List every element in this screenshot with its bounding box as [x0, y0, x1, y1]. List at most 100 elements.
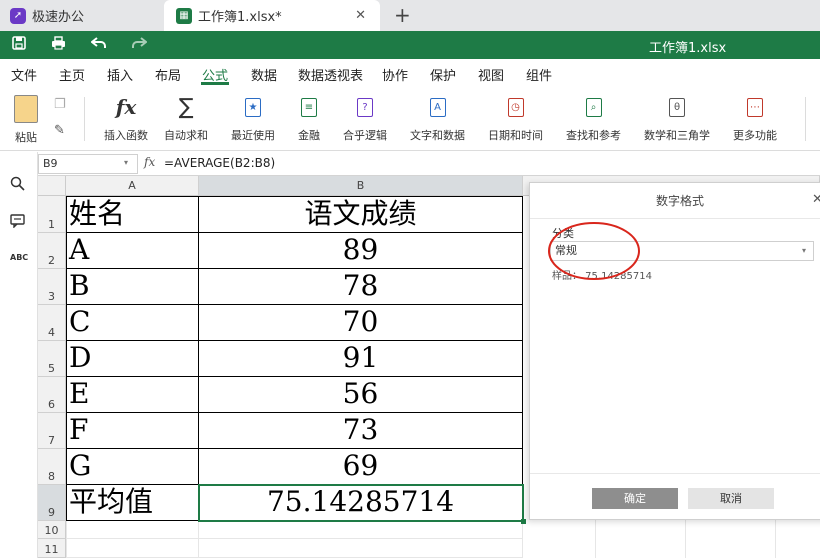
redo-icon[interactable] [131, 36, 148, 54]
table-cell[interactable]: 56 [199, 377, 523, 413]
panel-divider [530, 473, 820, 474]
row-header[interactable]: 4 [38, 305, 66, 341]
more-functions-button[interactable]: ⋯ 更多功能 [733, 95, 777, 143]
logical-label: 合乎逻辑 [343, 129, 387, 142]
table-cell[interactable]: 70 [199, 305, 523, 341]
panel-title: 数字格式 [530, 183, 820, 219]
formula-bar: B9 ▾ fx =AVERAGE(B2:B8) [38, 152, 820, 176]
number-format-panel: 数字格式 ✕ 分类 常规 ▾ 样品： 75.14285714 确定 取消 [529, 182, 820, 520]
print-icon[interactable] [51, 36, 66, 54]
spellcheck-icon[interactable]: ABC [10, 253, 28, 262]
row-header[interactable]: 3 [38, 269, 66, 305]
financial-icon: ≡ [298, 95, 320, 119]
table-cell[interactable]: C [66, 305, 199, 341]
new-tab-icon[interactable]: + [394, 3, 411, 27]
table-cell[interactable]: 69 [199, 449, 523, 485]
tab-workbook[interactable]: ▦ 工作簿1.xlsx* ✕ [164, 0, 380, 31]
menu-insert[interactable]: 插入 [107, 65, 133, 84]
save-icon[interactable] [12, 36, 26, 54]
spreadsheet-icon: ▦ [176, 7, 192, 24]
row-header[interactable]: 6 [38, 377, 66, 413]
row-header[interactable]: 10 [38, 521, 66, 539]
menu-view[interactable]: 视图 [478, 65, 504, 84]
cancel-button[interactable]: 取消 [688, 488, 774, 509]
clock-icon: ◷ [505, 95, 527, 119]
text-data-button[interactable]: A 文字和数据 [410, 95, 465, 143]
row-header[interactable]: 2 [38, 233, 66, 269]
autosum-button[interactable]: ∑ 自动求和 [164, 95, 208, 143]
financial-button[interactable]: ≡ 金融 [298, 95, 320, 143]
table-cell[interactable]: 73 [199, 413, 523, 449]
table-cell[interactable] [199, 539, 523, 558]
math-trig-button[interactable]: θ 数学和三角学 [644, 95, 710, 143]
red-annotation-circle [548, 222, 640, 280]
table-cell[interactable]: 语文成绩 [199, 196, 523, 233]
theta-icon: θ [666, 95, 688, 119]
fx-icon: fx [115, 95, 137, 119]
search-icon[interactable] [10, 176, 25, 195]
row-header[interactable]: 9 [38, 485, 66, 521]
insert-function-button[interactable]: fx 插入函数 [104, 95, 148, 143]
insert-function-label: 插入函数 [104, 129, 148, 142]
lookup-button[interactable]: ⌕ 查找和参考 [566, 95, 621, 143]
table-cell[interactable]: A [66, 233, 199, 269]
fill-handle[interactable] [521, 519, 526, 524]
table-cell[interactable]: 89 [199, 233, 523, 269]
recent-used-button[interactable]: ★ 最近使用 [231, 95, 275, 143]
table-cell[interactable]: D [66, 341, 199, 377]
table-cell[interactable]: 姓名 [66, 196, 199, 233]
row-header[interactable]: 8 [38, 449, 66, 485]
more-functions-label: 更多功能 [733, 129, 777, 142]
lookup-label: 查找和参考 [566, 129, 621, 142]
math-trig-label: 数学和三角学 [644, 129, 710, 142]
menu-data[interactable]: 数据 [251, 65, 277, 84]
table-cell[interactable]: F [66, 413, 199, 449]
text-icon: A [427, 95, 449, 119]
menu-home[interactable]: 主页 [59, 65, 85, 84]
copy-icon[interactable]: ❐ [54, 97, 66, 112]
format-painter-icon[interactable]: ✎ [54, 123, 65, 138]
tab-bar: ➚ 极速办公 ▦ 工作簿1.xlsx* ✕ + [0, 0, 820, 31]
chevron-down-icon[interactable]: ▾ [802, 246, 806, 255]
star-icon: ★ [242, 95, 264, 119]
row-header[interactable]: 11 [38, 539, 66, 558]
row-header[interactable]: 1 [38, 196, 66, 233]
table-cell[interactable] [199, 521, 523, 539]
table-cell[interactable]: G [66, 449, 199, 485]
table-cell[interactable]: 78 [199, 269, 523, 305]
rocket-app-icon: ➚ [10, 7, 26, 24]
chevron-down-icon[interactable]: ▾ [124, 158, 128, 167]
table-cell[interactable]: E [66, 377, 199, 413]
table-cell[interactable] [66, 521, 199, 539]
formula-input[interactable]: =AVERAGE(B2:B8) [164, 156, 275, 170]
menu-pivot-table[interactable]: 数据透视表 [298, 65, 363, 84]
column-header-a[interactable]: A [66, 176, 199, 196]
tab-home[interactable]: ➚ 极速办公 [0, 0, 152, 31]
table-cell[interactable] [66, 539, 199, 558]
logical-button[interactable]: ? 合乎逻辑 [343, 95, 387, 143]
paste-button[interactable]: 粘贴 [14, 95, 38, 145]
name-box[interactable]: B9 [38, 154, 138, 174]
table-cell[interactable]: 91 [199, 341, 523, 377]
date-time-button[interactable]: ◷ 日期和时间 [488, 95, 543, 143]
ok-button[interactable]: 确定 [592, 488, 678, 509]
menu-protect[interactable]: 保护 [430, 65, 456, 84]
column-header-b[interactable]: B [199, 176, 523, 196]
formula-fx-icon[interactable]: fx [144, 155, 155, 169]
menu-plugins[interactable]: 组件 [526, 65, 552, 84]
close-icon[interactable]: ✕ [812, 192, 820, 207]
menu-file[interactable]: 文件 [11, 65, 37, 84]
table-cell[interactable]: B [66, 269, 199, 305]
table-cell[interactable]: 平均值 [66, 485, 199, 521]
document-title: 工作簿1.xlsx [649, 41, 727, 56]
comment-icon[interactable] [10, 214, 25, 232]
row-header[interactable]: 7 [38, 413, 66, 449]
undo-icon[interactable] [90, 36, 107, 54]
financial-label: 金融 [298, 129, 320, 142]
left-side-rail: ABC [0, 152, 38, 558]
menu-collaborate[interactable]: 协作 [382, 65, 408, 84]
menu-layout[interactable]: 布局 [155, 65, 181, 84]
select-all-corner[interactable] [38, 176, 66, 196]
row-header[interactable]: 5 [38, 341, 66, 377]
close-tab-icon[interactable]: ✕ [355, 8, 366, 23]
